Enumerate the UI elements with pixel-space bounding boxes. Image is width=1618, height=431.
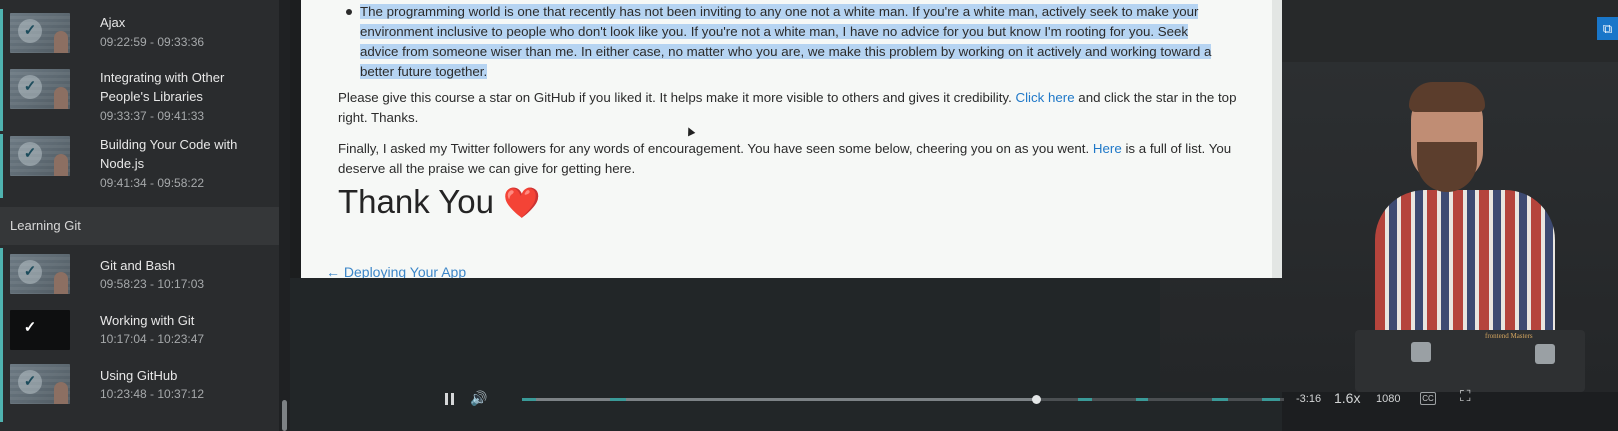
progress-played xyxy=(522,398,1036,401)
lesson-item-integrating-libraries[interactable]: ✓ Integrating with Other People's Librar… xyxy=(0,67,279,131)
laptop-sticker xyxy=(1535,344,1555,364)
quality-button[interactable]: 1080 xyxy=(1376,393,1400,405)
lesson-thumbnail: ✓ xyxy=(10,136,70,176)
lesson-item-ajax[interactable]: ✓ Ajax 09:22:59 - 09:33:36 xyxy=(0,9,279,73)
laptop-sticker xyxy=(1411,342,1431,362)
paragraph-github-star: Please give this course a star on GitHub… xyxy=(338,90,1237,125)
highlighted-text: The programming world is one that recent… xyxy=(360,4,1212,79)
lesson-item-building-nodejs[interactable]: ✓ Building Your Code with Node.js 09:41:… xyxy=(0,134,279,198)
video-controls: 🔊 -3:16 1.6x 1080 CC ⛶ xyxy=(430,385,1618,415)
here-link[interactable]: Here xyxy=(1093,141,1122,156)
checkmark-icon: ✓ xyxy=(18,142,42,166)
lesson-time: 09:58:23 - 10:17:03 xyxy=(100,277,205,291)
presenter-laptop: frontend Masters xyxy=(1355,330,1585,392)
paragraph-encouragement: Finally, I asked my Twitter followers fo… xyxy=(338,141,1232,176)
lesson-thumbnail: ✓ xyxy=(10,254,70,294)
sidebar-scrollbar[interactable] xyxy=(279,0,290,431)
list-item: The programming world is one that recent… xyxy=(346,2,1230,82)
lesson-time: 10:23:48 - 10:37:12 xyxy=(100,387,205,401)
lesson-thumbnail: ✓ xyxy=(10,310,70,350)
checkmark-icon: ✓ xyxy=(23,319,37,336)
fullscreen-icon[interactable]: ⛶ xyxy=(1460,388,1471,405)
checkmark-icon: ✓ xyxy=(18,75,42,99)
lesson-title: Ajax xyxy=(100,15,126,30)
playback-speed-button[interactable]: 1.6x xyxy=(1334,390,1360,406)
time-remaining: -3:16 xyxy=(1296,393,1322,405)
completed-bar xyxy=(0,9,3,73)
pause-icon[interactable] xyxy=(445,393,455,405)
lesson-thumbnail: ✓ xyxy=(10,13,70,53)
lesson-title: Building Your Code with Node.js xyxy=(100,137,238,171)
scrollbar-thumb[interactable] xyxy=(282,400,287,431)
course-notes-slide: The programming world is one that recent… xyxy=(301,0,1282,278)
lesson-title: Working with Git xyxy=(100,313,195,328)
progress-handle[interactable] xyxy=(1032,395,1041,404)
completed-bar xyxy=(0,358,3,422)
laptop-brand-logo: frontend Masters xyxy=(1485,332,1533,340)
captions-button[interactable]: CC xyxy=(1420,392,1436,405)
checkmark-icon: ✓ xyxy=(18,260,42,284)
checkmark-icon: ✓ xyxy=(18,370,42,394)
lesson-thumbnail: ✓ xyxy=(10,69,70,109)
checkmark-icon: ✓ xyxy=(18,19,42,43)
section-header-learning-git[interactable]: Learning Git xyxy=(0,207,279,245)
picture-in-picture-icon[interactable]: ⧉ xyxy=(1597,17,1618,40)
completed-bar xyxy=(0,134,3,198)
bullet-icon xyxy=(346,9,352,15)
lesson-time: 10:17:04 - 10:23:47 xyxy=(100,332,205,346)
previous-lesson-link[interactable]: ← Deploying Your App xyxy=(326,264,466,278)
progress-bar[interactable] xyxy=(522,395,1284,404)
volume-icon[interactable]: 🔊 xyxy=(470,390,487,407)
lesson-item-using-github[interactable]: ✓ Using GitHub 10:23:48 - 10:37:12 xyxy=(0,358,279,422)
heart-icon: ❤️ xyxy=(503,187,541,220)
completed-bar xyxy=(0,67,3,131)
lesson-title: Integrating with Other People's Librarie… xyxy=(100,70,225,104)
lesson-thumbnail: ✓ xyxy=(10,364,70,404)
thank-you-heading: Thank You ❤️ xyxy=(338,183,541,220)
lesson-time: 09:22:59 - 09:33:36 xyxy=(100,35,205,49)
lesson-time: 09:41:34 - 09:58:22 xyxy=(100,176,205,190)
lesson-title: Git and Bash xyxy=(100,258,176,273)
lesson-sidebar: ✓ Ajax 09:22:59 - 09:33:36 ✓ Integrating… xyxy=(0,0,290,431)
click-here-link[interactable]: Click here xyxy=(1015,90,1074,105)
lesson-time: 09:33:37 - 09:41:33 xyxy=(100,109,205,123)
lesson-title: Using GitHub xyxy=(100,368,178,383)
